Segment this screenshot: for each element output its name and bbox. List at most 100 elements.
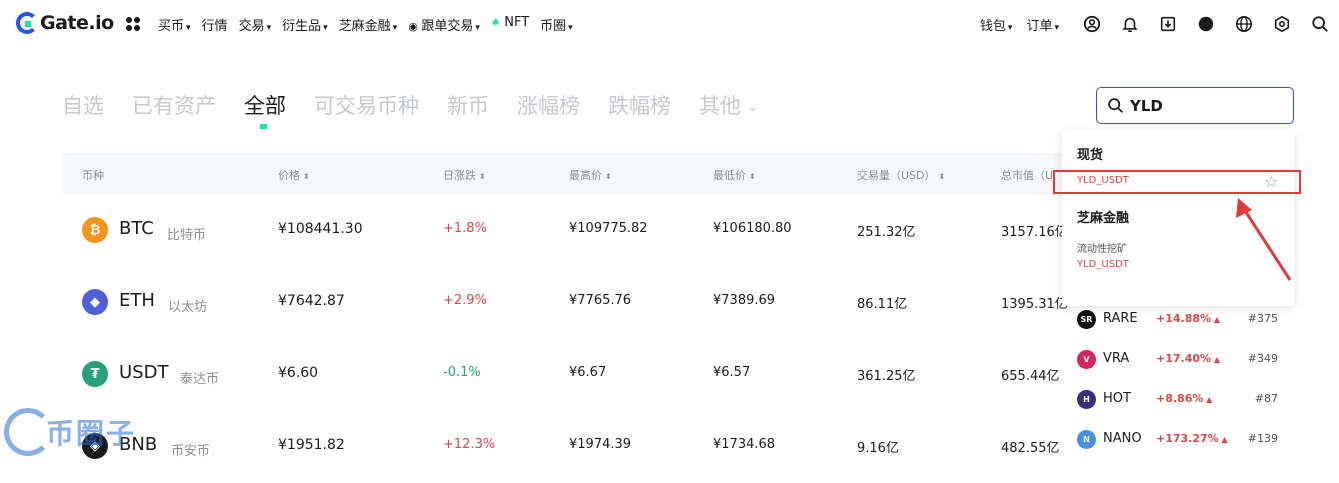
search-icon[interactable]: [1310, 14, 1330, 34]
gainer-rank: #139: [1247, 432, 1278, 445]
caret-down-icon: ▾: [323, 23, 328, 33]
nav-item-label: 交易: [238, 19, 265, 34]
bell-icon[interactable]: [1120, 14, 1140, 34]
vra-icon: V: [1077, 350, 1096, 369]
gainer-change: +17.40% ▲: [1156, 352, 1220, 365]
cell-cap: 482.55亿: [1001, 441, 1060, 456]
download-icon[interactable]: [1158, 14, 1178, 34]
sort-icon: ⬍: [938, 172, 946, 181]
tab-label: 已有资产: [132, 94, 216, 118]
nav-right-item-1[interactable]: 订单 ▾: [1026, 15, 1059, 34]
nav-item-4[interactable]: 芝麻金融 ▾: [339, 15, 398, 34]
gainer-rank: #349: [1247, 352, 1278, 365]
spot-heading: 现货: [1077, 148, 1104, 163]
chevron-down-icon: ⌄: [747, 99, 758, 115]
nav-item-label: 订单: [1026, 18, 1053, 34]
column-header-1[interactable]: 价格 ⬍: [278, 167, 310, 183]
cell-low: ¥6.57: [713, 365, 751, 380]
nav-item-3[interactable]: 衍生品 ▾: [282, 15, 328, 34]
up-triangle-icon: ▲: [1203, 395, 1213, 404]
search-icon: [1108, 98, 1123, 113]
caret-down-icon: ▾: [568, 23, 573, 33]
column-header-0: 币种: [82, 167, 104, 183]
search-box[interactable]: [1096, 87, 1294, 124]
hot-icon: H: [1077, 390, 1096, 409]
table-row[interactable]: ◈ BNB 币安币 ¥1951.82 +12.3% ¥1974.39 ¥1734.68 9.1…: [62, 411, 1062, 483]
market-tabs: 自选 已有资产 全部 可交易币种 新币 涨幅榜 跌幅榜 其他 ⌄: [62, 90, 786, 129]
nav-item-2[interactable]: 交易 ▾: [239, 15, 272, 34]
nav-item-label: 芝麻金融: [338, 19, 391, 34]
coin-symbol: BTC: [119, 218, 154, 239]
tab-7[interactable]: 其他 ⌄: [699, 90, 758, 120]
tab-2[interactable]: 全部: [244, 90, 286, 129]
gainer-row[interactable]: H HOT +8.86% ▲ #87: [1062, 380, 1294, 420]
finance-result-yld-usdt[interactable]: YLD_USDT: [1077, 259, 1129, 270]
gainer-row[interactable]: N NANO +173.27% ▲ #139: [1062, 420, 1294, 460]
nav-item-6[interactable]: ♠ NFT: [491, 15, 529, 34]
cell-high: ¥109775.82: [569, 221, 648, 236]
apps-grid-icon[interactable]: [126, 17, 140, 31]
column-header-4[interactable]: 最低价 ⬍: [713, 167, 756, 183]
gainer-change: +14.88% ▲: [1156, 312, 1220, 325]
column-header-5[interactable]: 交易量（USD） ⬍: [857, 167, 945, 183]
gainer-row[interactable]: V VRA +17.40% ▲ #349: [1062, 340, 1294, 380]
table-row[interactable]: ₿ BTC 比特币 ¥108441.30 +1.8% ¥109775.82 ¥106180.…: [62, 195, 1068, 267]
globe-icon[interactable]: [1234, 14, 1254, 34]
theme-toggle-icon[interactable]: [1196, 14, 1216, 34]
nav-item-0[interactable]: 买币 ▾: [158, 15, 191, 34]
gainer-change-value: +8.86%: [1156, 392, 1204, 405]
nav-right-item-0[interactable]: 钱包 ▾: [980, 15, 1013, 34]
coin-name: 以太坊: [168, 300, 208, 315]
cell-low: ¥106180.80: [713, 221, 792, 236]
column-header-label: 总市值（U: [1001, 169, 1054, 182]
caret-down-icon: ▾: [186, 23, 191, 33]
caret-down-icon: ▾: [266, 23, 272, 33]
watermark-logo: 币圈子: [4, 408, 136, 456]
watermark-circle-icon: [4, 408, 52, 456]
nano-icon: N: [1077, 430, 1096, 449]
tab-5[interactable]: 涨幅榜: [517, 90, 580, 120]
gainer-symbol: VRA: [1103, 351, 1130, 366]
tab-3[interactable]: 可交易币种: [314, 90, 419, 120]
column-header-6[interactable]: 总市值（U: [1001, 167, 1053, 183]
column-header-2[interactable]: 日涨跌 ⬍: [443, 167, 486, 183]
right-nav: 钱包 ▾ 订单 ▾: [980, 14, 1339, 34]
tab-label: 全部: [244, 94, 286, 118]
favorite-star-icon[interactable]: ☆: [1264, 172, 1278, 191]
gainer-symbol: RARE: [1103, 311, 1138, 326]
tab-6[interactable]: 跌幅榜: [608, 90, 671, 120]
tab-0[interactable]: 自选: [62, 90, 104, 120]
gainer-symbol: NANO: [1103, 431, 1142, 446]
nav-item-5[interactable]: ◉ 跟单交易 ▾: [408, 15, 480, 34]
table-row[interactable]: ◆ ETH 以太坊 ¥7642.87 +2.9% ¥7765.76 ¥7389.69 86.1…: [62, 267, 1068, 339]
nav-item-7[interactable]: 币圈 ▾: [540, 15, 573, 34]
main-nav: 买币 ▾ 行情 交易 ▾ 衍生品 ▾ 芝麻金融 ▾ ◉ 跟单交易 ▾ ♠ NFT 币圈 ▾: [158, 15, 584, 34]
gainer-change-value: +173.27%: [1156, 432, 1219, 445]
tab-4[interactable]: 新币: [447, 90, 489, 120]
up-triangle-icon: ▲: [1211, 315, 1220, 324]
tab-1[interactable]: 已有资产: [132, 90, 216, 120]
sort-icon: ⬍: [303, 172, 310, 181]
column-header-3[interactable]: 最高价 ⬍: [569, 167, 612, 183]
column-header-label: 币种: [82, 169, 104, 182]
gainer-row[interactable]: SR RARE +14.88% ▲ #375: [1062, 300, 1294, 340]
gainer-rank: #375: [1247, 312, 1278, 325]
cell-change: +2.9%: [443, 293, 487, 308]
cell-volume: 86.11亿: [857, 297, 908, 312]
nav-item-1[interactable]: 行情: [202, 15, 228, 34]
table-row[interactable]: ₮ USDT 泰达币 ¥6.60 -0.1% ¥6.67 ¥6.57 361.25亿 655.4…: [62, 339, 1062, 411]
nav-item-label: 衍生品: [282, 19, 322, 34]
nav-item-label: 买币: [158, 19, 185, 34]
settings-icon[interactable]: [1272, 14, 1292, 34]
search-input[interactable]: [1130, 96, 1280, 115]
finance-heading: 芝麻金融: [1077, 211, 1130, 226]
coin-name: 比特币: [167, 228, 207, 243]
gate-logo[interactable]: Gate.io: [16, 12, 114, 34]
cell-change: -0.1%: [443, 365, 481, 380]
user-icon[interactable]: [1082, 14, 1102, 34]
cell-price: ¥1951.82: [278, 437, 345, 453]
copy-trade-icon: ◉: [408, 20, 422, 33]
caret-down-icon: ▾: [1007, 22, 1013, 33]
nav-item-label: 币圈: [540, 19, 567, 34]
ethereum-icon: ◆: [82, 289, 108, 315]
